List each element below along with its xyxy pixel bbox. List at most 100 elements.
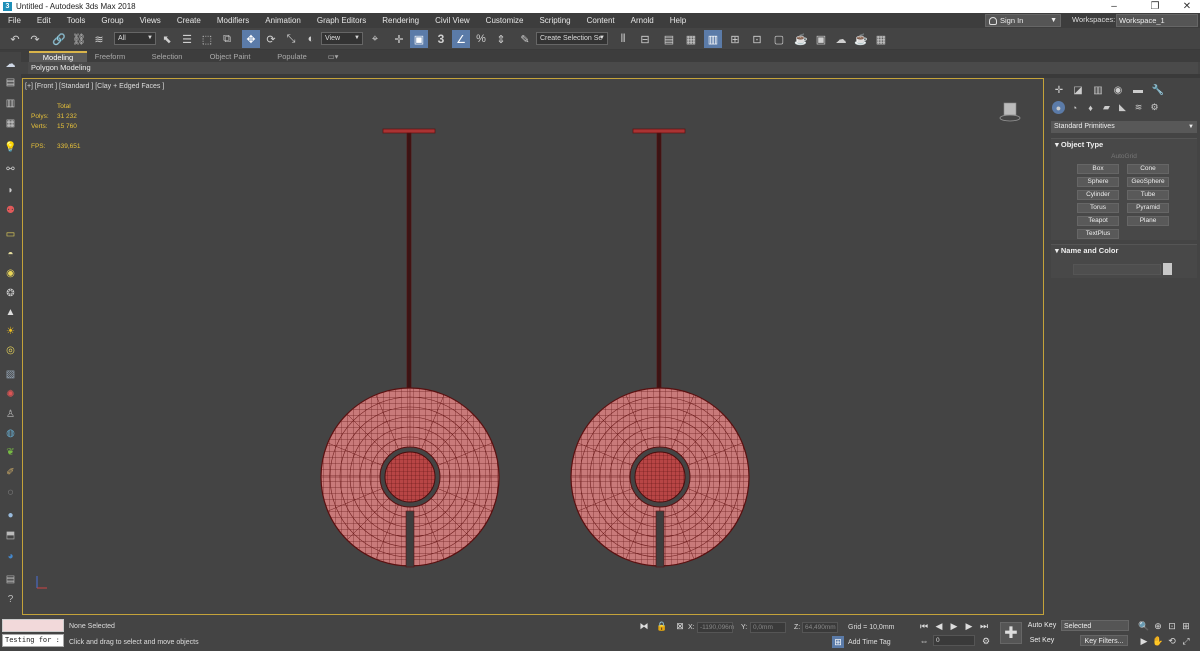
cameras-icon[interactable]: ▰ — [1100, 101, 1113, 114]
geosphere-button[interactable]: GeoSphere — [1127, 177, 1169, 187]
reference-coordinate-dropdown[interactable]: View ▼ — [321, 32, 363, 45]
selection-filter-dropdown[interactable]: All ▼ — [114, 32, 156, 45]
named-selection-icon[interactable]: ✎ — [516, 30, 534, 48]
leaf-icon[interactable]: ❦ — [3, 445, 18, 459]
helpers-icon[interactable]: ◣ — [1116, 101, 1129, 114]
textplus-button[interactable]: TextPlus — [1077, 229, 1119, 239]
sphere-icon[interactable]: ● — [3, 508, 18, 522]
select-by-name-icon[interactable]: ☰ — [178, 30, 196, 48]
set-key-button[interactable]: Set Key — [1027, 635, 1057, 646]
key-filters-button[interactable]: Key Filters... — [1080, 635, 1128, 646]
sun-icon[interactable]: ☀ — [3, 324, 18, 338]
sound-icon[interactable]: ◗ — [3, 183, 18, 197]
bind-space-warp-icon[interactable]: ≋ — [90, 30, 108, 48]
curve-editor-icon[interactable]: ⊞ — [726, 30, 744, 48]
close-icon[interactable]: ✕ — [1170, 0, 1200, 13]
object-type-header[interactable]: ▾ Object Type — [1051, 139, 1197, 151]
pivot-center-icon[interactable]: ⌖ — [366, 30, 384, 48]
render-cloud-icon[interactable]: ▦ — [872, 30, 890, 48]
help-icon[interactable]: ? — [3, 592, 18, 606]
zoom-icon[interactable]: 🔍 — [1138, 620, 1150, 632]
left-fan-object[interactable] — [320, 128, 500, 568]
tab-selection[interactable]: Selection — [146, 51, 188, 62]
snaps-toggle-icon[interactable]: 3 — [432, 30, 450, 48]
next-frame-icon[interactable]: ▶ — [963, 620, 975, 632]
viewport-layout-icon[interactable]: ☁ — [3, 57, 18, 71]
systems-icon[interactable]: ⚙ — [1148, 101, 1161, 114]
brush-icon[interactable]: ✐ — [3, 465, 18, 479]
grid-icon[interactable]: ▧ — [3, 367, 18, 381]
ribbon-options-icon[interactable]: ▭▾ — [324, 51, 342, 62]
angle-snap-icon[interactable]: ∠ — [452, 30, 470, 48]
render-setup-icon[interactable]: ☕ — [792, 30, 810, 48]
menu-tools[interactable]: Tools — [59, 13, 94, 28]
menu-views[interactable]: Views — [132, 13, 169, 28]
spot-light-icon[interactable]: ▲ — [3, 305, 18, 319]
select-object-icon[interactable]: ⬉ — [158, 30, 176, 48]
restore-icon[interactable]: ❐ — [1138, 0, 1172, 13]
scene-explorer-icon[interactable]: ▤ — [3, 75, 18, 89]
particle-icon[interactable]: ✺ — [3, 387, 18, 401]
hierarchy-tab-icon[interactable]: ▥ — [1091, 83, 1105, 97]
sphere-button[interactable]: Sphere — [1077, 177, 1119, 187]
rect-selection-icon[interactable]: ⬚ — [198, 30, 216, 48]
schematic-view-icon[interactable]: ⊡ — [748, 30, 766, 48]
maximize-viewport-icon[interactable]: ⤢ — [1180, 635, 1192, 647]
play-icon[interactable]: ▶ — [948, 620, 960, 632]
polygon-modeling-label[interactable]: Polygon Modeling — [31, 63, 91, 72]
object-color-swatch[interactable] — [1163, 263, 1172, 275]
utilities-tab-icon[interactable]: 🔧 — [1151, 83, 1165, 97]
mirror-icon[interactable]: ⫴ — [614, 30, 632, 48]
x-coord-field[interactable]: -1190,096m — [697, 622, 734, 633]
align-icon[interactable]: ⊟ — [636, 30, 654, 48]
create-tab-icon[interactable]: ✛ — [1052, 83, 1066, 97]
menu-help[interactable]: Help — [662, 13, 694, 28]
primitives-dropdown[interactable]: Standard Primitives ▼ — [1051, 121, 1197, 133]
plane-light-icon[interactable]: ▭ — [3, 227, 18, 241]
scene-explorer-icon[interactable]: ▥ — [704, 30, 722, 48]
pan-icon[interactable]: ✋ — [1152, 635, 1164, 647]
named-selection-set-dropdown[interactable]: Create Selection Se ▼ — [536, 32, 608, 45]
z-coord-field[interactable]: 64,490mm — [802, 622, 838, 633]
auto-key-button[interactable]: Auto Key — [1027, 620, 1057, 631]
window-crossing-icon[interactable]: ⧉ — [218, 30, 236, 48]
minimize-icon[interactable]: – — [1097, 0, 1131, 13]
tube-button[interactable]: Tube — [1127, 190, 1169, 200]
zoom-all-icon[interactable]: ⊕ — [1152, 620, 1164, 632]
shapes-icon[interactable]: ◔ — [1068, 101, 1081, 114]
sign-in-button[interactable]: Sign In ▼ — [985, 14, 1061, 27]
field-of-view-icon[interactable]: ▶ — [1138, 635, 1150, 647]
space-warps-icon[interactable]: ≋ — [1132, 101, 1145, 114]
time-config-icon[interactable]: ⚙ — [980, 635, 992, 647]
box-button[interactable]: Box — [1077, 164, 1119, 174]
sphere-light-icon[interactable]: ◉ — [3, 266, 18, 280]
dome-icon[interactable]: ◓ — [3, 247, 18, 261]
redo-icon[interactable]: ↷ — [26, 30, 44, 48]
tab-modeling[interactable]: Modeling — [29, 51, 87, 62]
menu-group[interactable]: Group — [93, 13, 131, 28]
select-rotate-icon[interactable]: ⟳ — [262, 30, 280, 48]
material-icon[interactable]: ⚉ — [3, 203, 18, 217]
layer-icon[interactable]: ▥ — [3, 96, 18, 110]
menu-file[interactable]: File — [0, 13, 29, 28]
absolute-mode-icon[interactable]: ⊠ — [674, 620, 686, 632]
previous-frame-icon[interactable]: ◀ — [933, 620, 945, 632]
viewport-label[interactable]: [+] [Front ] [Standard ] [Clay + Edged F… — [25, 83, 164, 90]
y-coord-field[interactable]: 0,0mm — [750, 622, 786, 633]
current-frame-field[interactable]: 0 — [933, 635, 975, 646]
select-scale-icon[interactable]: ⤡ — [282, 30, 300, 48]
teapot-button[interactable]: Teapot — [1077, 216, 1119, 226]
maxscript-listener[interactable] — [2, 619, 64, 632]
set-key-icon[interactable]: ✚ — [1000, 622, 1022, 644]
menu-graph-editors[interactable]: Graph Editors — [309, 13, 374, 28]
viewcube-icon[interactable] — [999, 101, 1021, 123]
menu-create[interactable]: Create — [169, 13, 209, 28]
globe-icon[interactable]: ◍ — [3, 426, 18, 440]
select-place-icon[interactable]: ◐ — [302, 30, 320, 48]
container-icon[interactable]: ▦ — [3, 116, 18, 130]
menu-civil-view[interactable]: Civil View — [427, 13, 478, 28]
right-fan-object[interactable] — [570, 128, 750, 568]
fluid-icon[interactable]: ◕ — [3, 549, 18, 563]
pyramid-button[interactable]: Pyramid — [1127, 203, 1169, 213]
go-to-end-icon[interactable]: ⏭ — [978, 620, 990, 632]
